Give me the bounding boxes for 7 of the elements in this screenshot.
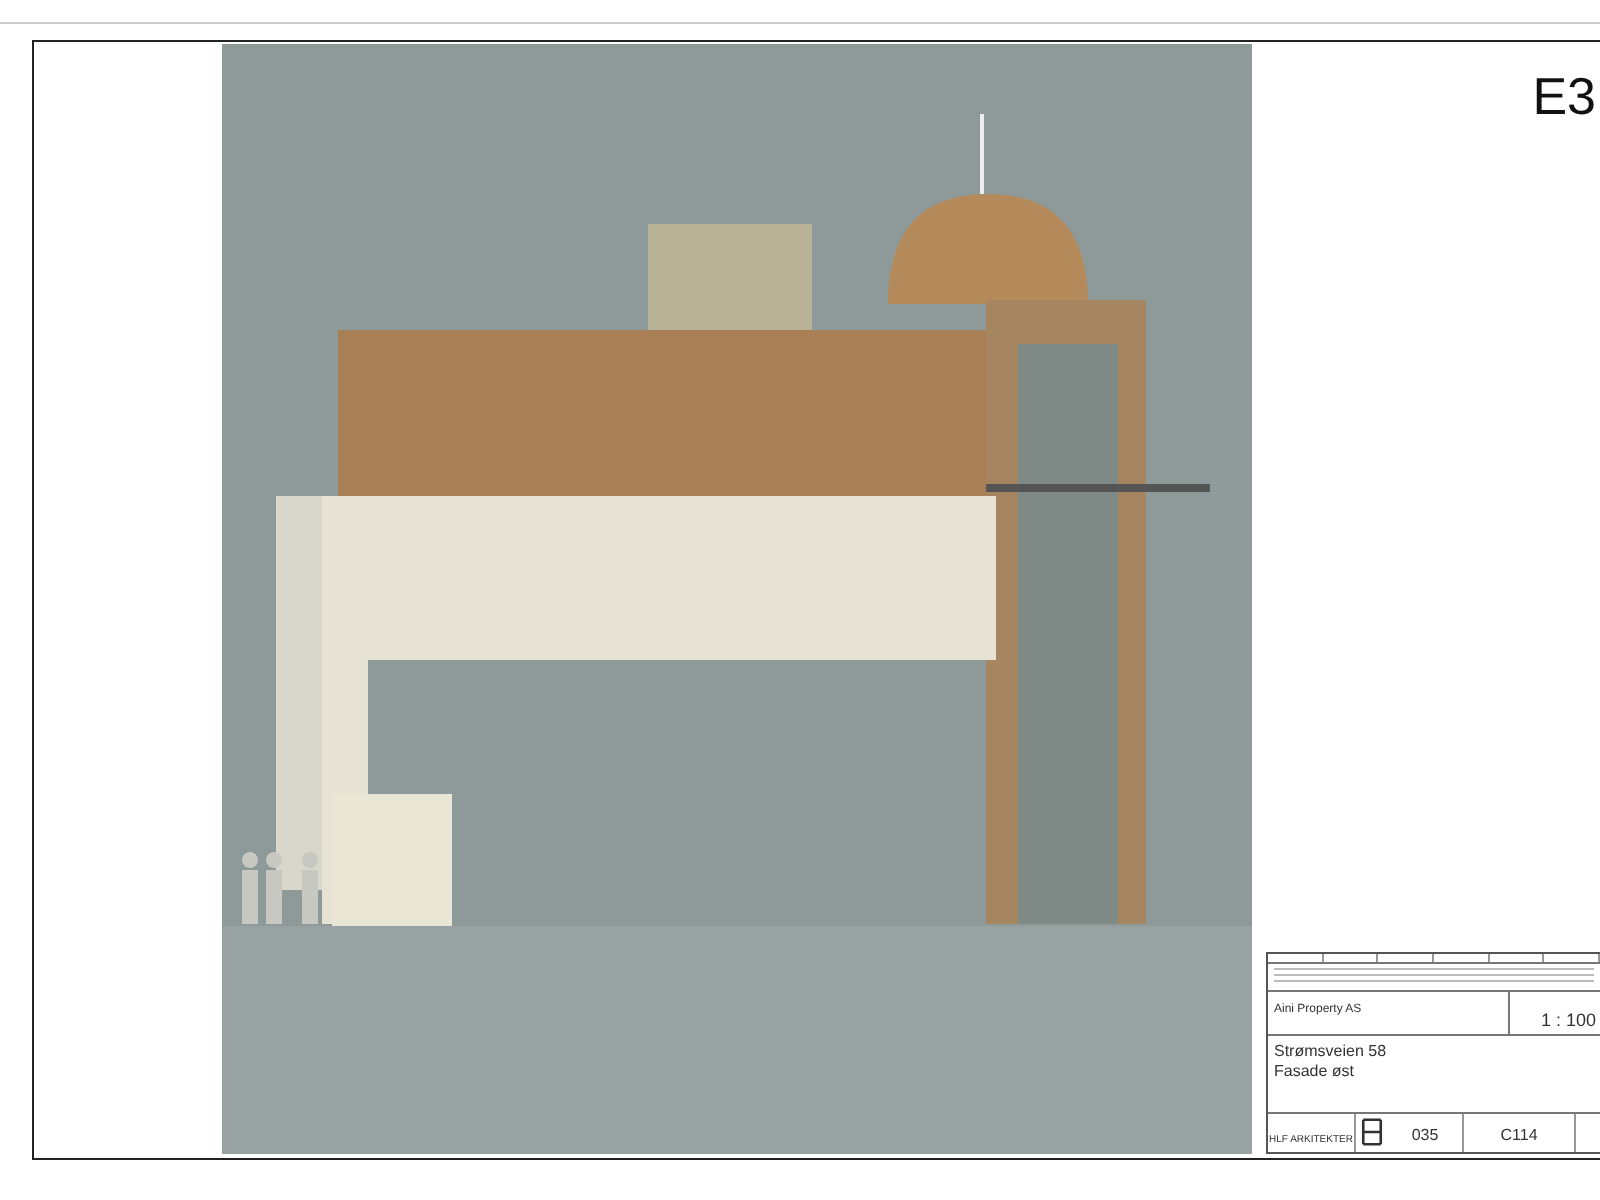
sheet-number: E3 [1530,64,1598,130]
drawing-number: C114 [1464,1114,1576,1152]
project-name: Strømsveien 58 [1274,1042,1389,1062]
drawing-title: Fasade øst [1274,1061,1357,1081]
project-number: 035 [1388,1114,1464,1152]
logo-icon [1360,1117,1384,1149]
drawing-scale: 1 : 100 [1508,992,1600,1034]
